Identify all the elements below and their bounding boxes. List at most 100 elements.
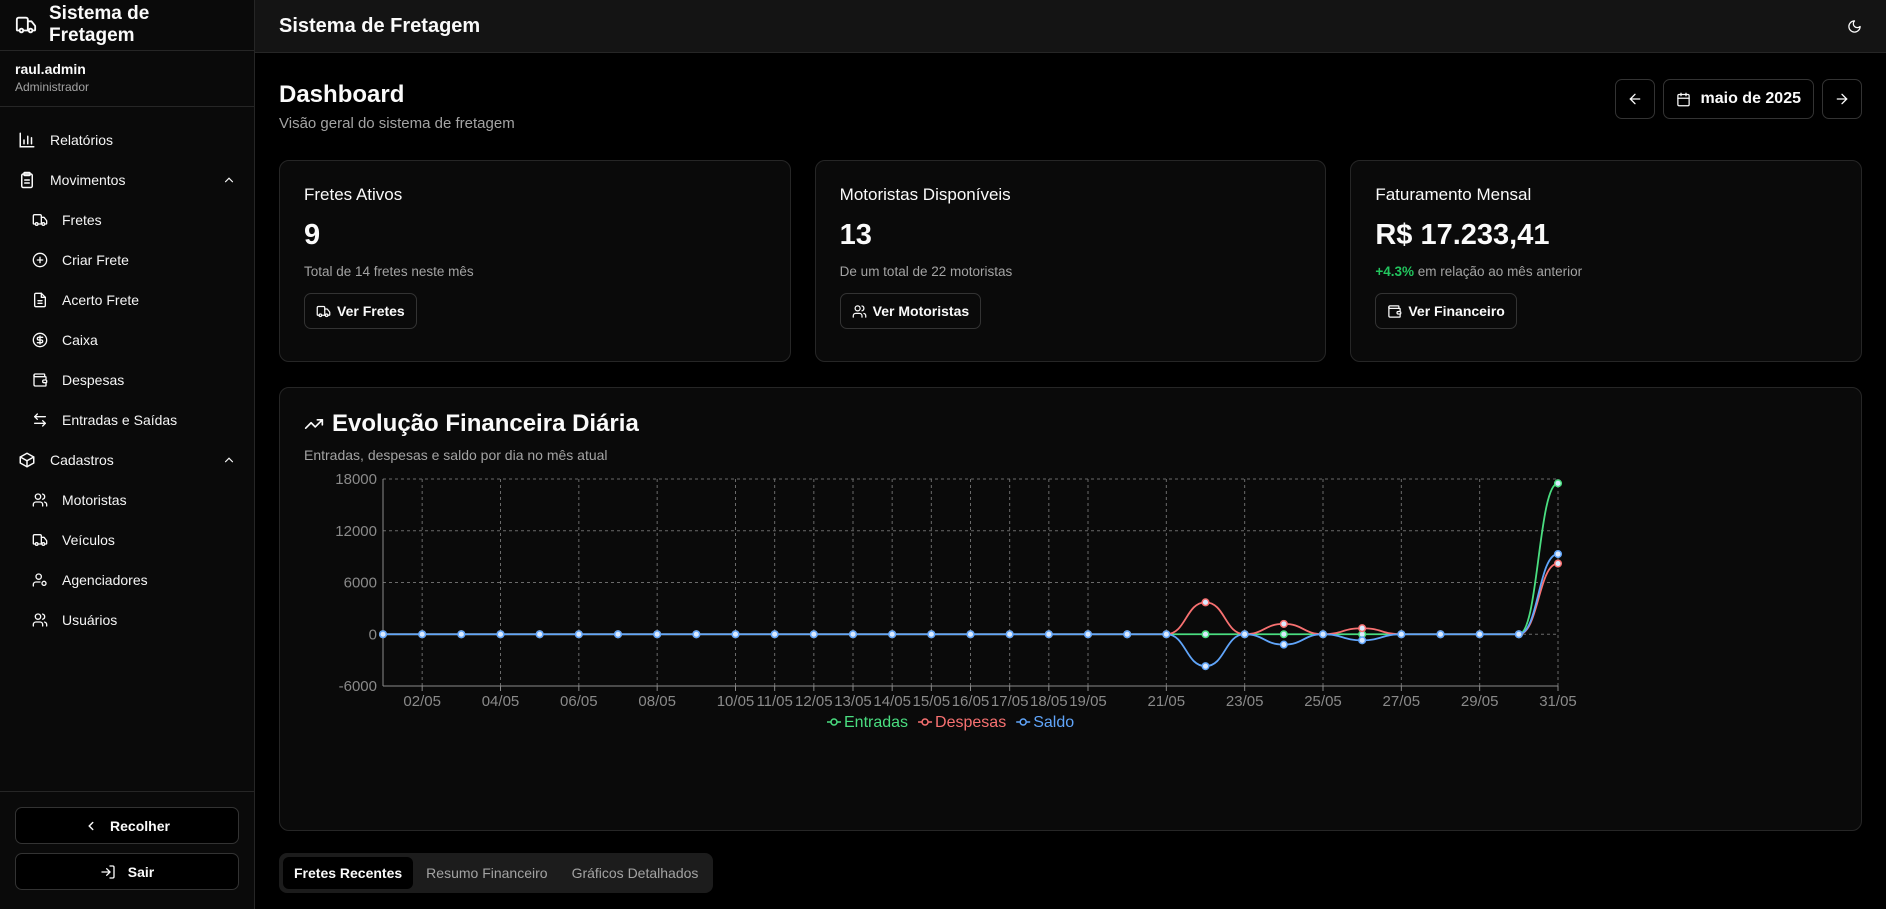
chart-card: Evolução Financeira Diária Entradas, des… bbox=[279, 387, 1862, 831]
data-point bbox=[418, 630, 427, 639]
page-title: Dashboard bbox=[279, 81, 405, 108]
data-point bbox=[888, 630, 897, 639]
legend-label: Saldo bbox=[1033, 714, 1074, 731]
ver-fretes-button[interactable]: Ver Fretes bbox=[304, 293, 417, 329]
card-faturamento-mensal: Faturamento Mensal R$ 17.233,41 +4.3% em… bbox=[1350, 160, 1863, 362]
sidebar-item-motoristas[interactable]: Motoristas bbox=[8, 480, 246, 520]
card-description: Total de 14 fretes neste mês bbox=[304, 264, 474, 279]
sidebar-item-despesas[interactable]: Despesas bbox=[8, 360, 246, 400]
logout-button[interactable]: Sair bbox=[15, 853, 239, 890]
data-point bbox=[1083, 630, 1093, 639]
file-text-icon bbox=[34, 292, 46, 308]
ver-financeiro-button[interactable]: Ver Financeiro bbox=[1375, 293, 1517, 329]
data-point bbox=[809, 630, 818, 639]
tab-list: Fretes Recentes Resumo Financeiro Gráfic… bbox=[279, 853, 714, 893]
x-tick-label: 11/05 bbox=[756, 693, 792, 710]
tab-resumo-financeiro[interactable]: Resumo Financeiro bbox=[415, 857, 558, 889]
page-header: Dashboard Visão geral do sistema de fret… bbox=[279, 79, 1862, 149]
sidebar-item-entradas-saidas[interactable]: Entradas e Saídas bbox=[8, 400, 246, 440]
button-label: Ver Fretes bbox=[337, 303, 405, 319]
x-tick-label: 19/05 bbox=[1069, 693, 1107, 710]
sidebar-item-caixa[interactable]: Caixa bbox=[8, 320, 246, 360]
sidebar-group-cadastros[interactable]: Cadastros bbox=[8, 440, 246, 480]
data-point bbox=[1279, 630, 1288, 639]
sidebar-item-label: Criar Frete bbox=[62, 252, 129, 268]
legend-marker bbox=[1019, 718, 1027, 726]
button-label: Ver Financeiro bbox=[1408, 303, 1505, 319]
sidebar-item-label: Relatórios bbox=[50, 132, 114, 148]
wallet-icon bbox=[33, 373, 48, 387]
sidebar-item-label: Acerto Frete bbox=[62, 292, 140, 308]
tab-fretes-recentes[interactable]: Fretes Recentes bbox=[283, 857, 414, 889]
data-point bbox=[535, 630, 544, 639]
chevron-up-icon[interactable] bbox=[222, 173, 236, 187]
users-icon bbox=[32, 493, 48, 507]
data-point bbox=[1553, 549, 1563, 559]
card-value: 13 bbox=[839, 219, 872, 251]
next-month-button[interactable] bbox=[1822, 79, 1862, 119]
data-point bbox=[1240, 630, 1249, 639]
page-content: Dashboard Visão geral do sistema de fret… bbox=[255, 53, 1886, 893]
sidebar-item-relatorios[interactable]: Relatórios bbox=[8, 120, 246, 160]
y-tick-label: 12000 bbox=[335, 523, 377, 540]
tab-graficos-detalhados[interactable]: Gráficos Detalhados bbox=[561, 857, 710, 889]
truck-icon bbox=[15, 16, 37, 34]
arrow-left-icon bbox=[1628, 93, 1640, 105]
data-point bbox=[1553, 479, 1563, 488]
truck-icon bbox=[32, 214, 48, 226]
card-label: Motoristas Disponíveis bbox=[839, 185, 1011, 204]
card-value: R$ 17.233,41 bbox=[1375, 219, 1550, 251]
data-point bbox=[927, 630, 936, 639]
x-tick-label: 14/05 bbox=[873, 693, 911, 710]
data-point bbox=[1201, 598, 1210, 607]
chevron-left-icon bbox=[88, 821, 94, 830]
main-area: Sistema de Fretagem Dashboard Visão gera… bbox=[255, 0, 1886, 909]
sidebar-item-label: Usuários bbox=[62, 612, 118, 628]
bar-chart-icon bbox=[19, 132, 35, 148]
sidebar-group-movimentos[interactable]: Movimentos bbox=[8, 160, 246, 200]
data-point bbox=[653, 630, 662, 639]
x-tick-label: 08/05 bbox=[638, 693, 676, 710]
sidebar-item-agenciadores[interactable]: Agenciadores bbox=[8, 560, 246, 600]
data-point bbox=[1436, 630, 1445, 639]
sidebar-item-acerto-frete[interactable]: Acerto Frete bbox=[8, 280, 246, 320]
prev-month-button[interactable] bbox=[1614, 79, 1655, 119]
data-point bbox=[848, 630, 858, 639]
month-picker-button[interactable]: maio de 2025 bbox=[1662, 79, 1814, 119]
sidebar-item-fretes[interactable]: Fretes bbox=[8, 200, 246, 240]
data-point bbox=[1201, 662, 1210, 671]
sidebar-footer: Recolher Sair bbox=[0, 791, 254, 909]
sidebar-item-criar-frete[interactable]: Criar Frete bbox=[8, 240, 246, 280]
sidebar-item-label: Entradas e Saídas bbox=[62, 412, 178, 428]
chevron-up-icon[interactable] bbox=[222, 453, 236, 467]
sidebar-nav: Relatórios Movimentos Fretes Criar Frete… bbox=[0, 107, 254, 640]
x-tick-label: 17/05 bbox=[991, 693, 1029, 710]
page-subtitle: Visão geral do sistema de fretagem bbox=[279, 115, 515, 132]
data-point bbox=[496, 630, 505, 639]
data-point bbox=[1201, 630, 1210, 639]
collapse-button[interactable]: Recolher bbox=[15, 807, 239, 844]
sidebar-item-veiculos[interactable]: Veículos bbox=[8, 520, 246, 560]
data-point bbox=[378, 630, 388, 639]
arrows-left-right-icon bbox=[34, 413, 46, 427]
data-point bbox=[1397, 630, 1406, 639]
sidebar-item-label: Veículos bbox=[62, 532, 115, 548]
data-point bbox=[731, 630, 740, 639]
logout-icon bbox=[101, 864, 115, 879]
x-tick-label: 10/05 bbox=[717, 693, 755, 710]
user-cog-icon bbox=[32, 573, 47, 587]
moon-icon[interactable] bbox=[1847, 19, 1862, 34]
ver-motoristas-button[interactable]: Ver Motoristas bbox=[839, 293, 982, 329]
x-tick-label: 06/05 bbox=[560, 693, 598, 710]
sidebar-item-usuarios[interactable]: Usuários bbox=[8, 600, 246, 640]
card-label: Faturamento Mensal bbox=[1375, 185, 1532, 204]
x-tick-label: 29/05 bbox=[1461, 693, 1499, 710]
current-month: maio de 2025 bbox=[1700, 90, 1802, 107]
month-navigator: maio de 2025 bbox=[1614, 79, 1862, 119]
brand: Sistema de Fretagem bbox=[0, 0, 254, 51]
data-point bbox=[1123, 630, 1132, 639]
card-fretes-ativos: Fretes Ativos 9 Total de 14 fretes neste… bbox=[279, 160, 791, 362]
collapse-label: Recolher bbox=[110, 817, 170, 834]
y-tick-label: -6000 bbox=[339, 678, 377, 695]
card-motoristas-disponiveis: Motoristas Disponíveis 13 De um total de… bbox=[814, 160, 1327, 362]
